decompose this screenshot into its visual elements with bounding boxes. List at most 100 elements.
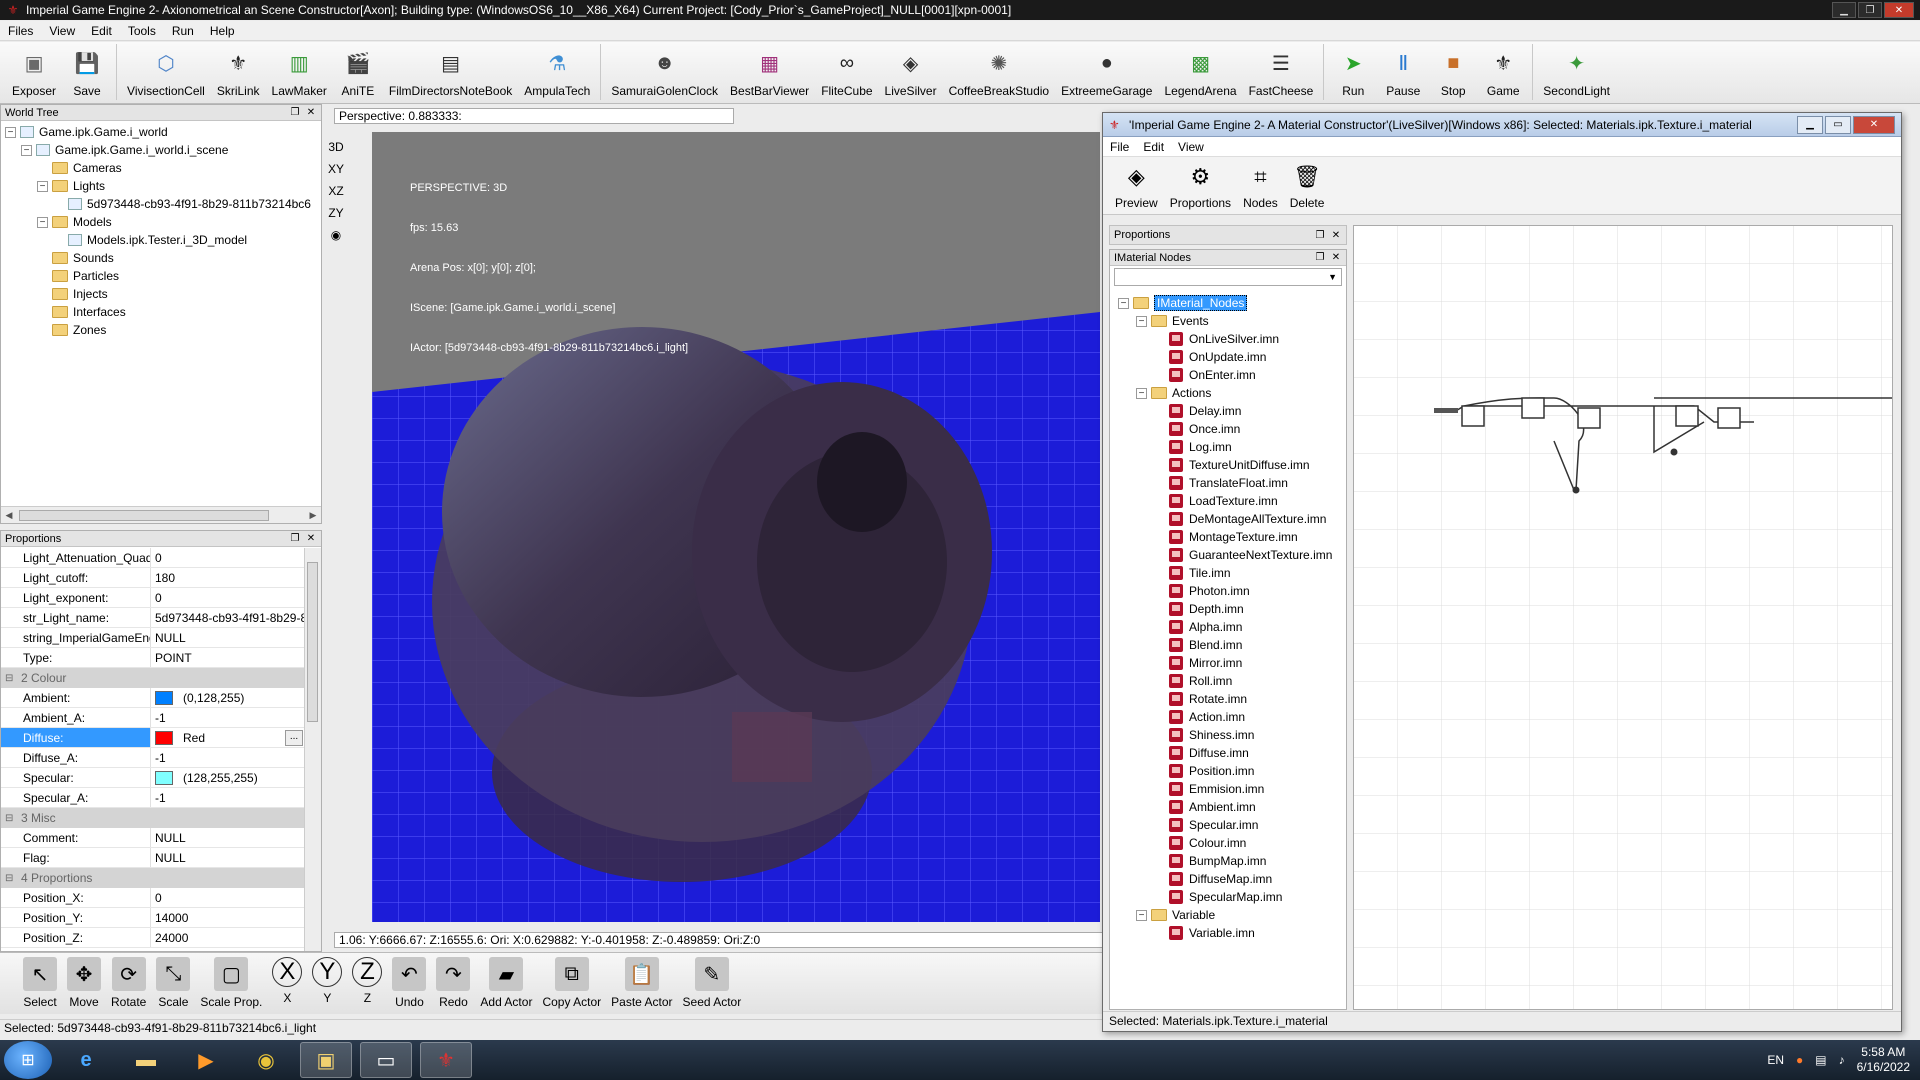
minimize-button[interactable]: ▁	[1832, 2, 1856, 18]
property-row[interactable]: Specular: (128,255,255)	[1, 768, 305, 788]
property-row[interactable]: Ambient: (0,128,255)	[1, 688, 305, 708]
ellipsis-button[interactable]: ...	[285, 729, 303, 746]
scroll-left-icon[interactable]: ◀	[1, 510, 17, 521]
tree-item-action[interactable]: Ambient.imn	[1118, 798, 1346, 816]
toolbar-stop-button[interactable]: ■ Stop	[1428, 42, 1478, 99]
tree-item-action[interactable]: GuaranteeNextTexture.imn	[1118, 546, 1346, 564]
world-tree-hscroll[interactable]: ◀ ▶	[1, 506, 321, 523]
property-value[interactable]: NULL	[151, 828, 305, 847]
menu-files[interactable]: Files	[0, 24, 41, 38]
tree-item-action[interactable]: TranslateFloat.imn	[1118, 474, 1346, 492]
3d-viewport[interactable]: PERSPECTIVE: 3D fps: 15.63 Arena Pos: x[…	[372, 132, 1100, 922]
property-value[interactable]: 0	[151, 888, 305, 907]
toolbar-exposer-button[interactable]: ▣ Exposer	[6, 42, 62, 99]
material-delete-button[interactable]: 🗑 Delete	[1284, 157, 1331, 214]
close-panel-icon[interactable]: ✕	[1330, 252, 1342, 264]
property-row[interactable]: Diffuse: Red...	[1, 728, 305, 748]
view-3d-button[interactable]: 3D	[326, 136, 346, 158]
undo-button[interactable]: ↶ Undo	[387, 953, 431, 1009]
taskbar-chrome[interactable]: ◉	[240, 1042, 292, 1078]
tree-folder-actions[interactable]: − Actions	[1118, 384, 1346, 402]
toolbar-ampulatech-button[interactable]: ⚗ AmpulaTech	[518, 42, 596, 99]
scroll-thumb[interactable]	[19, 509, 269, 521]
taskbar-file-explorer[interactable]: ▬	[120, 1042, 172, 1078]
scroll-right-icon[interactable]: ▶	[305, 510, 321, 521]
start-button[interactable]: ⊞	[4, 1041, 52, 1079]
tree-item-action[interactable]: Shiness.imn	[1118, 726, 1346, 744]
collapse-icon[interactable]: ⊟	[5, 813, 15, 824]
toolbar-extreemegarage-button[interactable]: ● ExtreemeGarage	[1055, 42, 1158, 99]
material-menu-file[interactable]: File	[1103, 140, 1136, 154]
view-xz-button[interactable]: XZ	[326, 180, 346, 202]
scale-button[interactable]: ⤡ Scale	[151, 953, 195, 1009]
view-zy-button[interactable]: ZY	[326, 202, 346, 224]
tree-item-3[interactable]: − Lights	[5, 177, 321, 195]
tree-item-6[interactable]: Models.ipk.Tester.i_3D_model	[5, 231, 321, 249]
tree-folder-events[interactable]: − Events	[1118, 312, 1346, 330]
tree-item-9[interactable]: Injects	[5, 285, 321, 303]
tree-item-action[interactable]: Position.imn	[1118, 762, 1346, 780]
collapse-icon[interactable]: −	[1136, 387, 1147, 399]
float-panel-icon[interactable]: ❐	[289, 107, 301, 119]
maximize-button[interactable]: ▭	[1825, 115, 1851, 134]
collapse-icon[interactable]: −	[1118, 297, 1129, 309]
tree-item-action[interactable]: Once.imn	[1118, 420, 1346, 438]
property-row[interactable]: Ambient_A: -1	[1, 708, 305, 728]
taskbar-paint[interactable]: ▣	[300, 1042, 352, 1078]
toolbar-flitecube-button[interactable]: ∞ FliteCube	[815, 42, 878, 99]
toolbar-anite-button[interactable]: 🎬 AniTE	[333, 42, 383, 99]
toolbar-bestbarviewer-button[interactable]: ▦ BestBarViewer	[724, 42, 815, 99]
toolbar-skrilink-button[interactable]: ⚜ SkriLink	[211, 42, 266, 99]
property-value[interactable]: Red...	[151, 728, 305, 747]
tree-item-action[interactable]: LoadTexture.imn	[1118, 492, 1346, 510]
move-button[interactable]: ✥ Move	[62, 953, 106, 1009]
material-preview-button[interactable]: ◈ Preview	[1109, 157, 1164, 214]
property-row[interactable]: Specular_A: -1	[1, 788, 305, 808]
property-row[interactable]: Light_exponent: 0	[1, 588, 305, 608]
collapse-icon[interactable]: −	[21, 144, 32, 156]
tree-item-4[interactable]: 5d973448-cb93-4f91-8b29-811b73214bc6	[5, 195, 321, 213]
property-row[interactable]: string_ImperialGameEngine NULL	[1, 628, 305, 648]
menu-tools[interactable]: Tools	[120, 24, 164, 38]
property-row[interactable]: Comment: NULL	[1, 828, 305, 848]
property-row[interactable]: Type: POINT	[1, 648, 305, 668]
property-value[interactable]: POINT	[151, 648, 305, 667]
property-row[interactable]: Position_Y: 14000	[1, 908, 305, 928]
collapse-icon[interactable]: −	[1136, 315, 1147, 327]
tree-item-7[interactable]: Sounds	[5, 249, 321, 267]
tree-item-action[interactable]: Specular.imn	[1118, 816, 1346, 834]
toolbar-filmdirectorsnotebook-button[interactable]: ▤ FilmDirectorsNoteBook	[383, 42, 518, 99]
collapse-icon[interactable]: −	[37, 180, 48, 192]
tree-item-action[interactable]: Tile.imn	[1118, 564, 1346, 582]
tree-item-action[interactable]: Blend.imn	[1118, 636, 1346, 654]
menu-run[interactable]: Run	[164, 24, 202, 38]
warning-icon[interactable]: ●	[1796, 1053, 1803, 1067]
property-value[interactable]: 0	[151, 588, 305, 607]
eye-icon[interactable]: ◉	[326, 224, 346, 246]
tree-folder-variable[interactable]: − Variable	[1118, 906, 1346, 924]
node-filter-dropdown[interactable]: ▼	[1114, 268, 1342, 286]
tree-item-action[interactable]: TextureUnitDiffuse.imn	[1118, 456, 1346, 474]
graph-node[interactable]	[1577, 407, 1601, 429]
tree-item-1[interactable]: − Game.ipk.Game.i_world.i_scene	[5, 141, 321, 159]
tree-item-event[interactable]: OnLiveSilver.imn	[1118, 330, 1346, 348]
tree-root-imaterial-nodes[interactable]: − IMaterial_Nodes	[1118, 294, 1346, 312]
tree-item-action[interactable]: DeMontageAllTexture.imn	[1118, 510, 1346, 528]
property-value[interactable]: (128,255,255)	[151, 768, 305, 787]
material-nodes-button[interactable]: ⌗ Nodes	[1237, 157, 1284, 214]
network-icon[interactable]: ▤	[1815, 1053, 1826, 1067]
graph-pin[interactable]	[1670, 448, 1678, 456]
taskbar-internet-explorer[interactable]: e	[60, 1042, 112, 1078]
toolbar-run-button[interactable]: ➤ Run	[1328, 42, 1378, 99]
toolbar-game-button[interactable]: ⚜ Game	[1478, 42, 1528, 99]
float-panel-icon[interactable]: ❐	[1314, 252, 1326, 264]
toolbar-samuraigolenclock-button[interactable]: ☻ SamuraiGolenClock	[605, 42, 724, 99]
tree-item-action[interactable]: Photon.imn	[1118, 582, 1346, 600]
tree-item-action[interactable]: DiffuseMap.imn	[1118, 870, 1346, 888]
y-button[interactable]: YY	[307, 953, 347, 1005]
tree-item-action[interactable]: Emmision.imn	[1118, 780, 1346, 798]
property-row[interactable]: Flag: NULL	[1, 848, 305, 868]
float-panel-icon[interactable]: ❐	[289, 533, 301, 545]
restore-button[interactable]: ❐	[1858, 2, 1882, 18]
collapse-icon[interactable]: ⊟	[5, 673, 15, 684]
